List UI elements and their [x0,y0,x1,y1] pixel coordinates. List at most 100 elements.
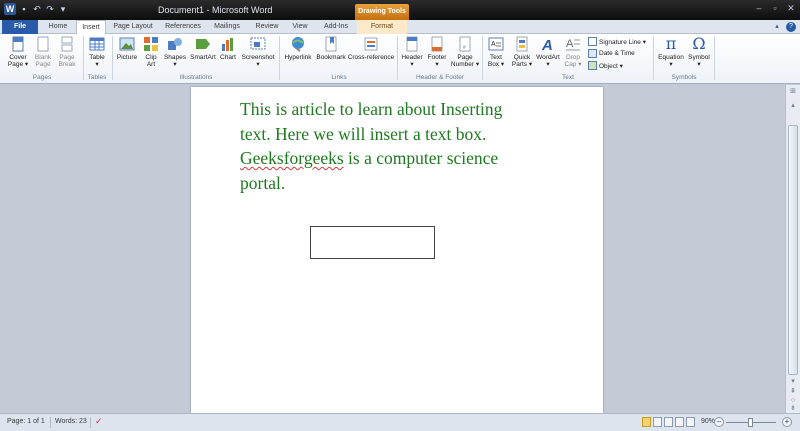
draft-view-icon[interactable] [686,417,695,427]
group-divider [653,36,654,80]
title-bar: W ▪ ↶ ↷ ▾ Document1 - Microsoft Word Dra… [0,0,800,20]
screenshot-icon [250,36,266,52]
undo-icon[interactable]: ↶ [32,4,42,14]
misspelled-word[interactable]: Geeksforgeeks [240,148,344,168]
chart-button[interactable]: Chart [218,36,238,61]
svg-text:A: A [566,38,574,50]
redo-icon[interactable]: ↷ [45,4,55,14]
minimize-icon[interactable]: – [754,3,764,13]
vertical-scrollbar[interactable]: ⊞ ▴ ▾ ⇞ ○ ⇟ [785,85,800,413]
date-time-button[interactable]: Date & Time [588,49,635,58]
tab-format[interactable]: Format [357,20,407,34]
customize-qat-icon[interactable]: ▾ [58,4,68,14]
group-divider [397,36,398,80]
scroll-up-icon[interactable]: ▴ [787,101,799,111]
ribbon-controls: ▴ ? [772,22,796,32]
full-screen-reading-icon[interactable] [653,417,662,427]
wordart-button[interactable]: A WordArt ▾ [535,36,561,68]
chart-icon [220,36,236,52]
cover-page-button[interactable]: Cover Page ▾ [6,36,30,68]
word-count[interactable]: Words: 23 [55,418,87,425]
group-label-links: Links [331,74,347,81]
status-bar: Page: 1 of 1 Words: 23 ✓ 90% – + [0,413,800,431]
text-line: portal. [240,172,286,193]
bookmark-icon [323,36,339,52]
tab-insert[interactable]: Insert [76,20,106,34]
clip-art-icon [143,36,159,52]
cross-reference-button[interactable]: Cross-reference [347,36,395,61]
tab-page-layout[interactable]: Page Layout [108,20,158,34]
document-page[interactable]: This is article to learn about Inserting… [191,87,603,413]
maximize-icon[interactable]: ▫ [770,3,780,13]
bookmark-button[interactable]: Bookmark [315,36,347,61]
close-icon[interactable]: ✕ [786,3,796,13]
header-button[interactable]: Header ▾ [400,36,424,68]
blank-page-button[interactable]: Blank Page [32,36,54,68]
save-icon[interactable]: ▪ [19,4,29,14]
drawing-tools-header: Drawing Tools [355,4,409,20]
tab-add-ins[interactable]: Add-Ins [318,20,354,34]
screenshot-button[interactable]: Screenshot ▾ [239,36,277,68]
zoom-level[interactable]: 90% [701,418,715,425]
cross-reference-icon [363,36,379,52]
scroll-down-icon[interactable]: ▾ [787,377,799,387]
zoom-slider-knob[interactable] [748,418,753,427]
symbol-button[interactable]: Ω Symbol ▾ [687,34,711,69]
quick-parts-button[interactable]: Quick Parts ▾ [510,36,534,68]
group-divider [112,36,113,80]
quick-access-toolbar: W ▪ ↶ ↷ ▾ [4,3,68,15]
text-box-button[interactable]: A Text Box ▾ [485,36,507,68]
web-layout-icon[interactable] [664,417,673,427]
page-break-button[interactable]: Page Break [56,36,78,68]
calendar-icon [588,49,597,58]
equation-button[interactable]: π Equation ▾ [656,36,686,69]
object-icon [588,61,597,70]
ruler-toggle-icon[interactable]: ⊞ [787,87,799,97]
picture-button[interactable]: Picture [115,36,139,61]
text-box[interactable] [310,226,435,259]
group-label-symbols: Symbols [671,74,697,81]
proofing-icon[interactable]: ✓ [95,416,103,427]
group-divider [482,36,483,80]
shapes-icon [167,36,183,52]
outline-view-icon[interactable] [675,417,684,427]
clip-art-button[interactable]: Clip Art [141,36,161,68]
object-button[interactable]: Object ▾ [588,61,623,70]
minimize-ribbon-icon[interactable]: ▴ [772,22,782,32]
drop-cap-icon: A [565,36,581,52]
shapes-button[interactable]: Shapes ▾ [163,36,187,68]
group-divider [279,36,280,80]
svg-text:A: A [491,41,496,48]
smartart-icon [195,36,211,52]
tab-mailings[interactable]: Mailings [208,20,246,34]
hyperlink-button[interactable]: Hyperlink [282,36,314,61]
tab-file[interactable]: File [2,20,38,34]
text-line: This is article to learn about Inserting [240,99,503,119]
insert-ribbon: Cover Page ▾ Blank Page Page Break Pages… [0,34,800,84]
body-text[interactable]: This is article to learn about Inserting… [240,97,540,195]
zoom-out-icon[interactable]: – [714,417,724,427]
page-number-button[interactable]: # Page Number ▾ [450,36,480,68]
print-layout-view-icon[interactable] [642,417,651,427]
tab-view[interactable]: View [286,20,314,34]
footer-icon [429,36,445,52]
tab-home[interactable]: Home [40,20,76,34]
tab-review[interactable]: Review [250,20,284,34]
drop-cap-button[interactable]: A Drop Cap ▾ [563,36,583,68]
text-box-icon: A [488,36,504,52]
signature-line-button[interactable]: Signature Line ▾ [588,37,646,46]
word-logo-icon[interactable]: W [4,3,16,15]
footer-button[interactable]: Footer ▾ [425,36,449,68]
tab-references[interactable]: References [160,20,206,34]
omega-icon: Ω [692,34,706,53]
page-count[interactable]: Page: 1 of 1 [7,418,45,425]
smartart-button[interactable]: SmartArt [189,36,217,61]
zoom-in-icon[interactable]: + [782,417,792,427]
scroll-thumb[interactable] [788,125,798,375]
word-window: W ▪ ↶ ↷ ▾ Document1 - Microsoft Word Dra… [0,0,800,431]
signature-line-icon [588,37,597,46]
quick-parts-icon [514,36,530,52]
text-line: Geeksforgeeks is a computer science [240,148,499,168]
table-button[interactable]: Table ▾ [86,36,108,68]
help-icon[interactable]: ? [786,22,796,32]
